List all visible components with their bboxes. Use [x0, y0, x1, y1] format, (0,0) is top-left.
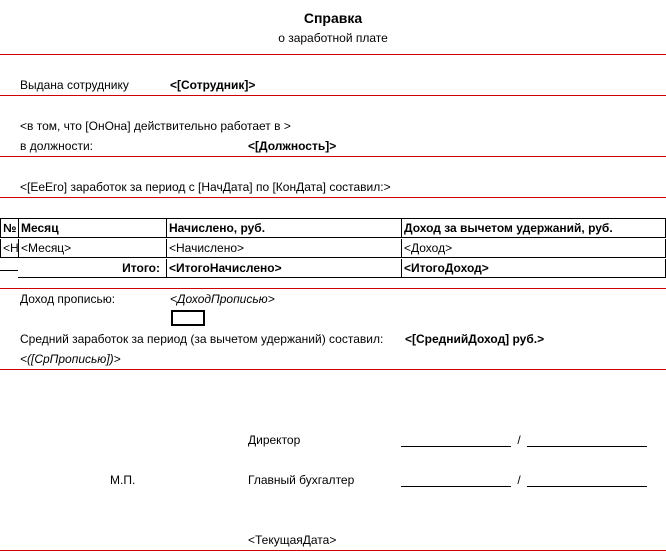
td-month: <Месяц>	[18, 239, 166, 258]
mp-label: М.П.	[108, 471, 246, 489]
td-num: <Ном	[0, 239, 18, 258]
position-label: в должности:	[18, 137, 246, 155]
avg-earnings-words: <([СрПрописью])>	[18, 350, 123, 368]
total-label: Итого:	[18, 259, 166, 278]
table-row: <Ном <Месяц> <Начислено> <Доход>	[0, 238, 666, 258]
current-date: <ТекущаяДата>	[246, 531, 338, 549]
income-words-value: <ДоходПрописью>	[168, 290, 277, 308]
director-label: Директор	[246, 431, 401, 449]
doc-title: Справка	[2, 10, 664, 26]
total-income: <ИтогоДоход>	[401, 259, 666, 278]
works-line: <в том, что [ОнОна] действительно работа…	[18, 117, 293, 135]
td-accrued: <Начислено>	[166, 239, 401, 258]
avg-earnings-label: Средний заработок за период (за вычетом …	[18, 330, 403, 348]
accountant-label: Главный бухгалтер	[246, 471, 401, 489]
issued-to-value: <[Сотрудник]>	[168, 76, 257, 94]
director-name-line	[527, 434, 647, 447]
document-sheet: Справка о заработной плате Выдана сотруд…	[0, 0, 666, 551]
slash: /	[511, 431, 527, 449]
th-accrued: Начислено, руб.	[166, 218, 401, 238]
accountant-sign-line	[401, 474, 511, 487]
td-income: <Доход>	[401, 239, 666, 258]
table-total-row: Итого: <ИтогоНачислено> <ИтогоДоход>	[0, 258, 666, 278]
director-sign-line	[401, 434, 511, 447]
slash-2: /	[511, 471, 527, 489]
income-words-label: Доход прописью:	[18, 290, 168, 308]
th-income: Доход за вычетом удержаний, руб.	[401, 218, 666, 238]
cell-cursor	[171, 310, 205, 326]
accountant-name-line	[527, 474, 647, 487]
total-accrued: <ИтогоНачислено>	[166, 259, 401, 278]
position-value: <[Должность]>	[246, 137, 338, 155]
table-header-row: № Месяц Начислено, руб. Доход за вычетом…	[0, 218, 666, 238]
th-num: №	[0, 218, 18, 238]
avg-earnings-value: <[СреднийДоход] руб.>	[403, 330, 546, 348]
issued-to-label: Выдана сотруднику	[18, 76, 168, 94]
earnings-period-line: <[ЕеЕго] заработок за период с [НачДата]…	[18, 178, 393, 196]
doc-subtitle: о заработной плате	[2, 31, 664, 45]
th-month: Месяц	[18, 218, 166, 238]
